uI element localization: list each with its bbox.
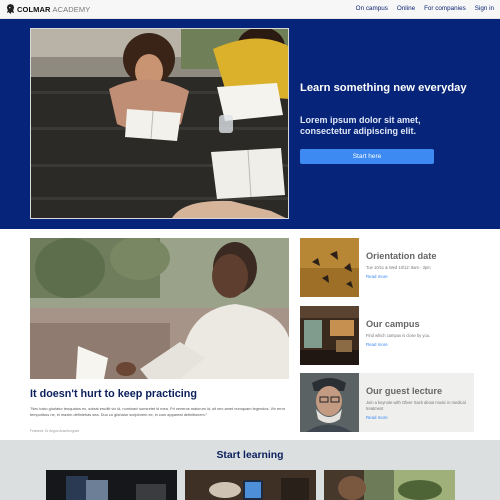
card-title: Our guest lecture bbox=[366, 386, 443, 396]
brand-name: COLMAR bbox=[17, 4, 51, 14]
nav-link-online[interactable]: Online bbox=[397, 5, 415, 12]
read-more-link[interactable]: Read more bbox=[366, 342, 388, 347]
card-campus-image bbox=[300, 306, 359, 365]
course-tile-phone[interactable] bbox=[185, 470, 316, 500]
feature-credit: Featured: Dr Angus Aramburgues bbox=[30, 429, 80, 433]
card-title: Orientation date bbox=[366, 251, 437, 261]
card-our-campus[interactable]: Our campus Find which campus is close by… bbox=[300, 306, 474, 365]
card-description: Tue 10/11 & Wed 10/12: 8am - 3pm bbox=[366, 265, 431, 270]
nav-link-on-campus[interactable]: On campus bbox=[356, 5, 388, 12]
start-learning-title: Start learning bbox=[216, 450, 284, 461]
feature-quote: "Nec iusto gloriatur tenquatos ex, solea… bbox=[30, 406, 286, 417]
brand-logo[interactable]: COLMAR ACADEMY bbox=[6, 4, 90, 14]
top-navigation-bar: COLMAR ACADEMY On campus Online For compa… bbox=[0, 0, 500, 19]
feature-title: It doesn't hurt to keep practicing bbox=[30, 388, 197, 400]
card-lecturer-image bbox=[300, 373, 359, 432]
lion-logo-icon bbox=[6, 4, 15, 14]
hero-subtitle: Lorem ipsum dolor sit amet, consectetur … bbox=[300, 115, 421, 136]
hero-section: Learn something new everyday Lorem ipsum… bbox=[0, 19, 500, 229]
card-birds-image bbox=[300, 238, 359, 297]
nav-link-sign-in[interactable]: Sign in bbox=[475, 5, 494, 12]
read-more-link[interactable]: Read more bbox=[366, 274, 388, 279]
feature-reading-photo bbox=[30, 238, 289, 379]
main-nav: On campus Online For companies Sign in bbox=[356, 5, 494, 12]
card-guest-lecture[interactable]: Our guest lecture Join a keynote with Ol… bbox=[300, 373, 474, 432]
course-tile-outdoor[interactable] bbox=[324, 470, 455, 500]
nav-link-for-companies[interactable]: For companies bbox=[424, 5, 466, 12]
hero-title: Learn something new everyday bbox=[300, 82, 467, 94]
brand-suffix: ACADEMY bbox=[52, 4, 91, 14]
card-title: Our campus bbox=[366, 319, 420, 329]
card-orientation-date[interactable]: Orientation date Tue 10/11 & Wed 10/12: … bbox=[300, 238, 474, 297]
start-here-button[interactable]: Start here bbox=[300, 149, 434, 164]
card-description: Find which campus is close by you. bbox=[366, 333, 431, 338]
hero-students-photo bbox=[30, 28, 289, 219]
card-description: Join a keynote with Oliver Sack about mu… bbox=[366, 400, 466, 411]
course-tile-laptop[interactable] bbox=[46, 470, 177, 500]
read-more-link[interactable]: Read more bbox=[366, 415, 388, 420]
